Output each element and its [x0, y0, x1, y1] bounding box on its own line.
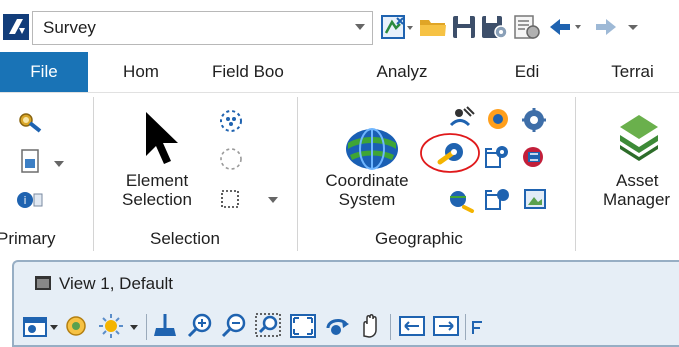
- sun-icon[interactable]: [98, 312, 144, 340]
- dashed-rectangle-icon[interactable]: [218, 186, 288, 212]
- app-logo-icon[interactable]: [3, 14, 29, 40]
- asset-manager-label-line2: Manager: [603, 190, 671, 209]
- globe-satellite-icon[interactable]: [444, 185, 476, 213]
- next-view-icon[interactable]: [431, 312, 461, 340]
- group-label-selection: Selection: [150, 229, 220, 248]
- view-toolbar: [14, 306, 679, 346]
- tab-file[interactable]: File: [0, 52, 88, 92]
- tab-analyze[interactable]: Analyz: [358, 52, 446, 92]
- view-window[interactable]: View 1, Default: [12, 260, 679, 347]
- element-selection-label-line1: Element: [125, 171, 189, 190]
- satellite-icon[interactable]: [447, 105, 477, 133]
- asset-layers-icon: [620, 115, 658, 161]
- view-area: View 1, Default: [0, 255, 679, 347]
- new-file-icon: [381, 15, 413, 39]
- coordinate-system-label-line1: Coordinate: [325, 171, 409, 190]
- group-divider: [93, 97, 94, 251]
- selection-circle-icon[interactable]: [218, 108, 244, 134]
- tablet-gear-icon[interactable]: [482, 185, 512, 213]
- levels-icon[interactable]: [64, 312, 98, 340]
- coordinate-system-label-line2: System: [338, 190, 396, 209]
- save-button[interactable]: [450, 10, 478, 44]
- dashed-circle-icon[interactable]: [218, 146, 244, 172]
- view-layout-icon[interactable]: [470, 312, 484, 340]
- pin-icon[interactable]: [485, 107, 513, 133]
- chevron-down-icon[interactable]: [355, 24, 365, 30]
- save-settings-icon: [482, 16, 508, 39]
- arrow-cursor-icon: [146, 112, 178, 164]
- wrench-key-icon[interactable]: [418, 130, 482, 176]
- properties-icon: [514, 15, 540, 39]
- tab-field-book[interactable]: Field Boo: [212, 52, 307, 92]
- fit-view-icon[interactable]: [288, 312, 318, 340]
- svg-text:i: i: [23, 194, 26, 207]
- qat-overflow-button[interactable]: [624, 10, 644, 44]
- tab-terrain[interactable]: Terrai: [586, 52, 679, 92]
- group-divider: [297, 97, 298, 251]
- broom-icon[interactable]: [152, 312, 180, 340]
- window-area-icon[interactable]: [254, 312, 284, 340]
- workflow-dropdown[interactable]: Survey: [32, 11, 373, 45]
- view-title-bar[interactable]: View 1, Default: [14, 262, 679, 304]
- view-window-icon: [35, 276, 51, 290]
- undo-button[interactable]: [546, 10, 586, 44]
- open-folder-icon: [420, 20, 446, 36]
- ribbon-tabs: File Hom Field Boo Analyz Edi Terrai: [0, 52, 679, 92]
- workflow-value: Survey: [43, 18, 96, 37]
- view-attributes-icon[interactable]: [22, 312, 62, 340]
- properties-button[interactable]: [512, 10, 542, 44]
- group-label-geographic: Geographic: [375, 229, 463, 248]
- zoom-in-icon[interactable]: [186, 312, 216, 340]
- quick-access-toolbar: Survey: [0, 0, 679, 52]
- group-label-primary: Primary: [0, 229, 56, 248]
- toolbar-divider: [146, 314, 147, 340]
- rotate-view-icon[interactable]: [322, 312, 354, 340]
- toolbar-divider: [390, 314, 391, 340]
- toolbar-divider: [465, 314, 466, 340]
- gear-globe-icon[interactable]: [522, 107, 550, 133]
- tab-edit[interactable]: Edi: [492, 52, 562, 92]
- new-file-button[interactable]: [380, 10, 414, 44]
- redo-icon: [596, 19, 616, 35]
- film-icon[interactable]: [520, 144, 550, 170]
- binoculars-icon[interactable]: [18, 109, 48, 135]
- save-settings-button[interactable]: [480, 10, 510, 44]
- open-button[interactable]: [418, 10, 448, 44]
- photo-icon[interactable]: [522, 187, 550, 213]
- previous-view-icon[interactable]: [397, 312, 427, 340]
- pan-view-icon[interactable]: [356, 312, 386, 340]
- zoom-out-icon[interactable]: [220, 312, 250, 340]
- info-icon[interactable]: i: [14, 189, 44, 211]
- tab-home[interactable]: Hom: [100, 52, 182, 92]
- ribbon-panel: i Primary Element Selection Selection Co…: [0, 92, 679, 255]
- view-title: View 1, Default: [59, 274, 174, 293]
- redo-button[interactable]: [590, 10, 620, 44]
- element-selection-label-line2: Selection: [122, 190, 192, 209]
- asset-manager-label-line1: Asset: [616, 171, 659, 190]
- document-icon[interactable]: [18, 148, 68, 178]
- camera-gear-icon[interactable]: [482, 143, 512, 171]
- globe-icon: [346, 128, 398, 170]
- chevron-down-icon: [628, 25, 638, 30]
- undo-icon: [550, 19, 581, 35]
- save-icon: [453, 16, 475, 38]
- group-divider: [575, 97, 576, 251]
